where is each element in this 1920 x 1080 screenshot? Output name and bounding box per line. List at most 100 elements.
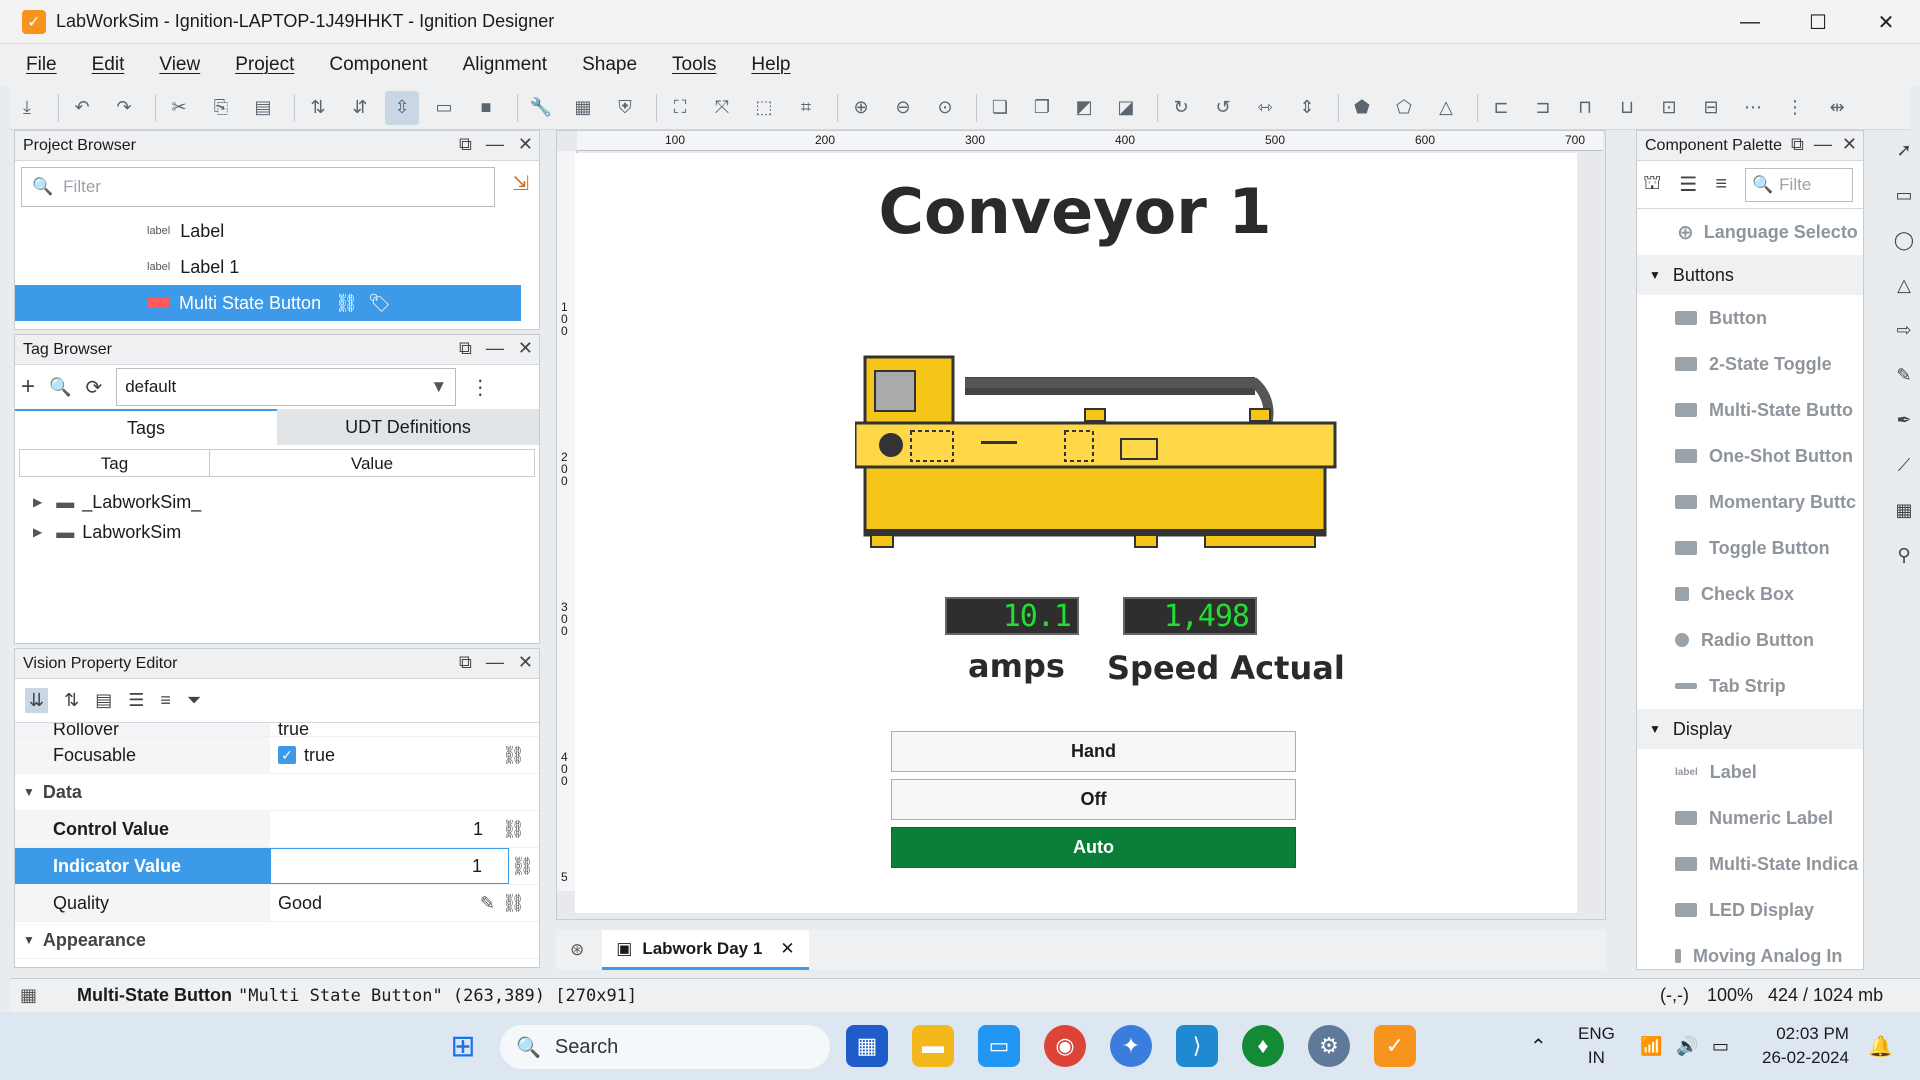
tab-labwork-day-1[interactable]: ▣ Labwork Day 1 ✕	[602, 930, 809, 970]
property-indicator-value[interactable]: Indicator Value 1 ⛓	[15, 848, 539, 885]
palette-item-moving-analog-indicator[interactable]: Moving Analog In	[1637, 933, 1863, 969]
close-tab-icon[interactable]: ✕	[780, 939, 794, 959]
flip-v-icon[interactable]: ⇕	[1290, 91, 1324, 125]
tag-folder-labworksim-hidden[interactable]: ▶ ▬ _LabworkSim_	[15, 487, 539, 517]
rotate-ccw-icon[interactable]: ↺	[1206, 91, 1240, 125]
zoom-fit-icon[interactable]: ⊙	[928, 91, 962, 125]
close-icon[interactable]: ✕	[518, 134, 533, 155]
zoom-in-icon[interactable]: ⊕	[844, 91, 878, 125]
more-icon[interactable]: ⋮	[1778, 91, 1812, 125]
layout-icon[interactable]: ⇅	[301, 91, 335, 125]
align-center-icon[interactable]: ⊐	[1526, 91, 1560, 125]
align-vmiddle-icon[interactable]: ⊟	[1694, 91, 1728, 125]
undo-icon[interactable]: ↶	[65, 91, 99, 125]
project-filter-input[interactable]: 🔍 Filter	[21, 167, 495, 207]
group-icon[interactable]: ❏	[983, 91, 1017, 125]
gradient-tool-icon[interactable]: ▦	[1895, 500, 1912, 521]
tab-overview-icon[interactable]: ⊛	[570, 940, 584, 960]
tree-item-label[interactable]: label Label	[15, 213, 539, 249]
speed-actual-label[interactable]: Speed Actual	[1107, 649, 1345, 687]
link-icon[interactable]: ⛓	[502, 819, 525, 840]
amps-led-display[interactable]: 10.1	[945, 597, 1079, 635]
edit-icon[interactable]: ✎	[480, 893, 495, 914]
add-tag-icon[interactable]: +	[21, 373, 35, 401]
align-top-icon[interactable]: ⊓	[1568, 91, 1602, 125]
close-button[interactable]: ✕	[1852, 0, 1920, 44]
palette-item-radio-button[interactable]: Radio Button	[1637, 617, 1863, 663]
layout-vertical-icon[interactable]: ⇵	[343, 91, 377, 125]
conveyor-symbol[interactable]	[855, 353, 1345, 563]
close-icon[interactable]: ✕	[518, 338, 533, 359]
palette-item-one-shot-button[interactable]: One-Shot Button	[1637, 433, 1863, 479]
subtract-icon[interactable]: ⬠	[1387, 91, 1421, 125]
polygon-tool-icon[interactable]: △	[1897, 275, 1911, 296]
property-focusable[interactable]: Focusable ✓ true ⛓	[15, 737, 539, 774]
palette-item-button[interactable]: Button	[1637, 295, 1863, 341]
palette-group-display[interactable]: ▼ Display	[1637, 709, 1863, 749]
restore-icon[interactable]: ⧉	[459, 134, 472, 155]
minimize-button[interactable]: —	[1716, 0, 1784, 44]
palette-item-label[interactable]: label Label	[1637, 749, 1863, 795]
paste-icon[interactable]: ▤	[246, 91, 280, 125]
palette-item-momentary-button[interactable]: Momentary Buttc	[1637, 479, 1863, 525]
select-icon[interactable]: ⬚	[747, 91, 781, 125]
minimize-icon[interactable]: —	[486, 134, 504, 155]
minimize-icon[interactable]: —	[1814, 134, 1832, 155]
restore-icon[interactable]: ⧉	[459, 338, 472, 359]
menu-alignment[interactable]: Alignment	[463, 54, 548, 76]
column-header-tag[interactable]: Tag	[20, 450, 210, 476]
eyedropper-tool-icon[interactable]: ⚲	[1897, 545, 1910, 566]
calculator-app-icon[interactable]: ▦	[846, 1025, 888, 1067]
app-icon[interactable]: ✦	[1110, 1025, 1152, 1067]
zoom-out-icon[interactable]: ⊖	[886, 91, 920, 125]
link-icon[interactable]: ⛓	[502, 893, 525, 914]
notification-bell-icon[interactable]: 🔔	[1868, 1034, 1893, 1059]
palette-item-led-display[interactable]: LED Display	[1637, 887, 1863, 933]
arrow-tool-icon[interactable]: ⇨	[1896, 320, 1911, 341]
close-icon[interactable]: ✕	[518, 652, 533, 673]
align-left-icon[interactable]: ⊏	[1484, 91, 1518, 125]
grid-icon[interactable]: ▦	[20, 985, 37, 1006]
line-tool-icon[interactable]: ⟋	[1898, 455, 1911, 476]
conveyor-title-label[interactable]: Conveyor 1	[575, 175, 1575, 248]
menu-file[interactable]: File	[26, 54, 57, 76]
column-header-value[interactable]: Value	[210, 450, 534, 476]
restore-icon[interactable]: ⧉	[459, 652, 472, 673]
shrink-icon[interactable]: ⤧	[705, 91, 739, 125]
search-icon[interactable]: 🔍	[49, 377, 71, 398]
size-icon[interactable]: ⛶	[663, 91, 697, 125]
distribute-icon[interactable]: ⋯	[1736, 91, 1770, 125]
hand-button[interactable]: Hand	[891, 731, 1296, 772]
tag-provider-select[interactable]: default ▼	[116, 368, 457, 406]
section-appearance[interactable]: ▼ Appearance	[15, 922, 539, 959]
remote-desktop-icon[interactable]: ▭	[978, 1025, 1020, 1067]
basic-view-icon[interactable]: ▤	[95, 690, 112, 711]
spacing-icon[interactable]: ⇹	[1820, 91, 1854, 125]
off-button[interactable]: Off	[891, 779, 1296, 820]
security-icon[interactable]: ⛨	[608, 91, 642, 125]
speed-led-display[interactable]: 1,498	[1123, 597, 1257, 635]
bring-front-icon[interactable]: ◩	[1067, 91, 1101, 125]
script-icon[interactable]: ▦	[566, 91, 600, 125]
language-indicator[interactable]: ENG IN	[1578, 1022, 1615, 1070]
palette-view-icon[interactable]: ⛫	[1643, 172, 1661, 197]
more-icon[interactable]: ⋮	[470, 375, 490, 400]
palette-item-check-box[interactable]: Check Box	[1637, 571, 1863, 617]
settings-icon[interactable]: ⚙	[1308, 1025, 1350, 1067]
ungroup-icon[interactable]: ❐	[1025, 91, 1059, 125]
union-icon[interactable]: ⬟	[1345, 91, 1379, 125]
property-rollover[interactable]: Rollover true	[15, 723, 539, 737]
rotate-cw-icon[interactable]: ↻	[1164, 91, 1198, 125]
minimize-icon[interactable]: —	[486, 652, 504, 673]
palette-search-input[interactable]: 🔍 Filte	[1745, 167, 1853, 202]
pointer-tool-icon[interactable]: ➚	[1896, 140, 1911, 161]
menu-project[interactable]: Project	[235, 54, 294, 76]
palette-item-2-state-toggle[interactable]: 2-State Toggle	[1637, 341, 1863, 387]
battery-icon[interactable]: ▭	[1712, 1036, 1729, 1057]
focusable-checkbox[interactable]: ✓	[278, 746, 296, 764]
palette-item-toggle-button[interactable]: Toggle Button	[1637, 525, 1863, 571]
filter-icon[interactable]: ⏷	[187, 690, 201, 711]
property-control-value[interactable]: Control Value 1 ⛓	[15, 811, 539, 848]
section-data[interactable]: ▼ Data	[15, 774, 539, 811]
palette-item-multi-state-indicator[interactable]: Multi-State Indica	[1637, 841, 1863, 887]
